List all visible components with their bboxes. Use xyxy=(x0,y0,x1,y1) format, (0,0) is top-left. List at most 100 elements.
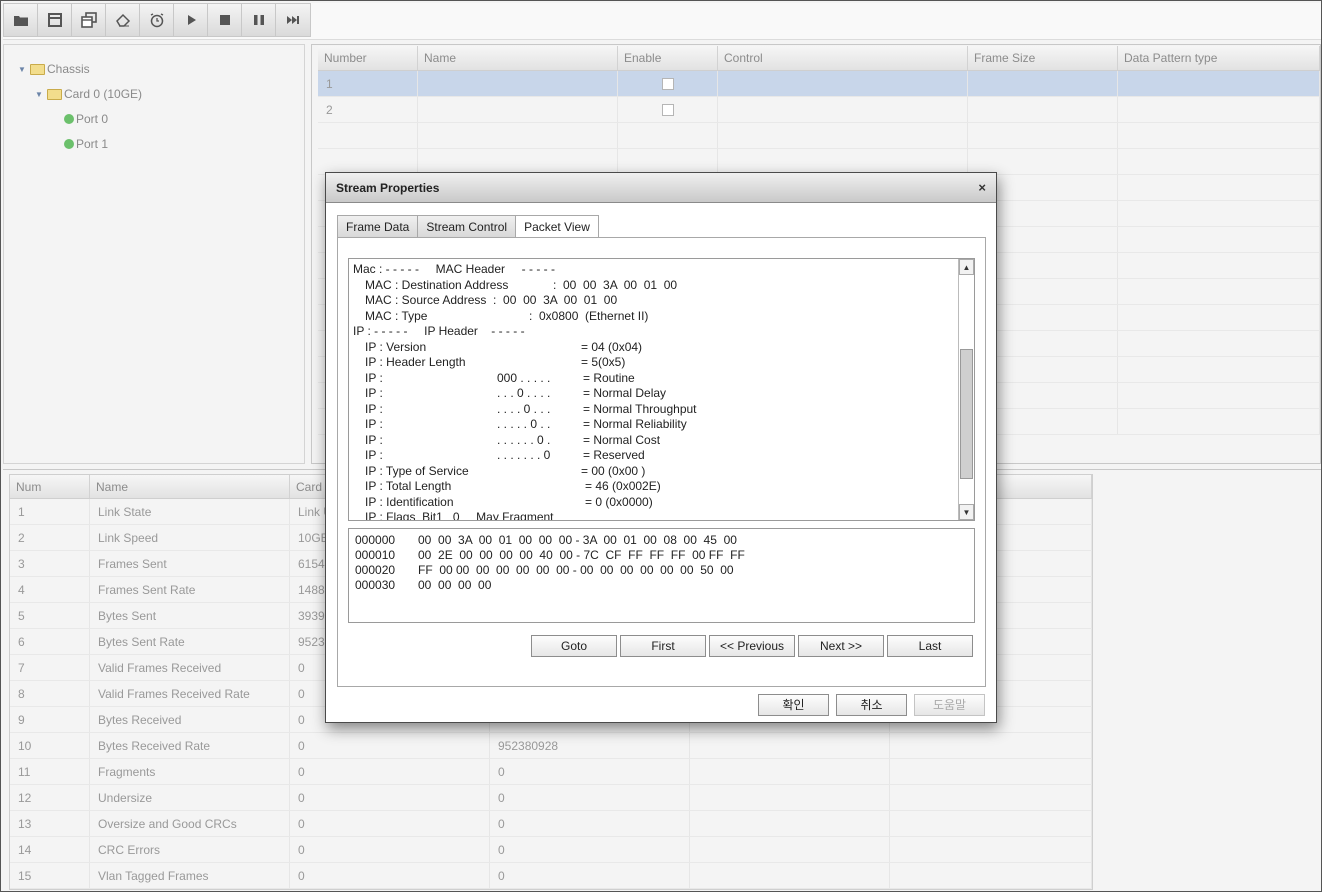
table-cell: Bytes Sent Rate xyxy=(90,629,290,654)
goto-button[interactable]: Goto xyxy=(531,635,617,657)
toolbar-button-open[interactable] xyxy=(4,4,38,36)
decode-field: IP : xyxy=(365,417,383,431)
table-cell xyxy=(1118,123,1320,148)
toolbar-button-window[interactable] xyxy=(38,4,72,36)
decode-line: IP : Total Length = 46 (0x002E) xyxy=(353,479,953,495)
hex-bytes: 00 00 3A 00 01 00 00 00 - 3A 00 01 00 08… xyxy=(418,533,737,547)
packet-decode-view[interactable]: Mac : - - - - - MAC Header - - - - - MAC … xyxy=(348,258,975,521)
table-cell: Valid Frames Received xyxy=(90,655,290,680)
decode-line: IP : . . . . . . . 0 = Reserved xyxy=(353,448,953,464)
column-header[interactable]: Control xyxy=(718,46,968,70)
decode-value: : 0x0800 (Ethernet II) xyxy=(529,308,649,323)
statistics-row: 11 Fragments 0 0 xyxy=(10,759,1092,785)
table-cell: 0 xyxy=(490,837,690,862)
decode-bits: . . . . . . 0 . xyxy=(497,432,551,447)
tab-stream-control[interactable]: Stream Control xyxy=(417,215,517,238)
toolbar-button-duplicate[interactable] xyxy=(72,4,106,36)
stream-row[interactable]: 2 xyxy=(318,97,1320,123)
table-cell: 1 xyxy=(318,71,418,96)
table-cell xyxy=(418,123,618,148)
decode-line: MAC : Source Address : 00 00 3A 00 01 00 xyxy=(353,293,953,309)
table-cell xyxy=(718,123,968,148)
tree-node-chassis[interactable]: ▼ Chassis xyxy=(18,61,90,77)
packet-decode-lines: Mac : - - - - - MAC Header - - - - - MAC … xyxy=(353,262,953,520)
toolbar-button-step[interactable] xyxy=(276,4,310,36)
toolbar-button-timer[interactable] xyxy=(140,4,174,36)
window-icon xyxy=(47,12,63,28)
decode-field: IP : Type of Service xyxy=(365,463,469,478)
table-cell: 0 xyxy=(290,811,490,836)
toolbar-button-pause[interactable] xyxy=(242,4,276,36)
expand-arrow-icon[interactable]: ▼ xyxy=(35,90,47,99)
open-folder-icon xyxy=(13,12,29,28)
dialog-title-bar[interactable]: Stream Properties × xyxy=(326,173,996,203)
enable-checkbox[interactable] xyxy=(661,103,674,116)
decode-line: MAC : Type: 0x0800 (Ethernet II) xyxy=(353,309,953,325)
tree-node-card[interactable]: ▼ Card 0 (10GE) xyxy=(35,86,142,102)
decode-value: = Normal Delay xyxy=(583,386,667,400)
hex-bytes: 00 2E 00 00 00 00 40 00 - 7C CF FF FF FF… xyxy=(418,548,745,562)
ok-button[interactable]: 확인 xyxy=(758,694,829,716)
expand-arrow-icon[interactable]: ▼ xyxy=(18,65,30,74)
dialog-tabs: Frame Data Stream Control Packet View xyxy=(337,215,599,239)
table-cell xyxy=(968,123,1118,148)
toolbar-button-start[interactable] xyxy=(174,4,208,36)
hex-dump-view[interactable]: 000000 00 00 3A 00 01 00 00 00 - 3A 00 01… xyxy=(348,528,975,623)
toolbar-button-clear[interactable] xyxy=(106,4,140,36)
decode-field: IP : xyxy=(365,448,383,462)
table-cell: 0 xyxy=(490,785,690,810)
scrollbar-thumb[interactable] xyxy=(960,349,973,480)
column-header[interactable]: Name xyxy=(418,46,618,70)
hex-offset: 000030 xyxy=(355,578,396,592)
stream-row[interactable]: 1 xyxy=(318,71,1320,97)
toolbar-button-stop[interactable] xyxy=(208,4,242,36)
enable-checkbox[interactable] xyxy=(661,77,674,90)
scroll-up-arrow-icon[interactable]: ▲ xyxy=(959,259,974,275)
table-cell xyxy=(968,97,1118,122)
hex-offset: 000020 xyxy=(355,563,396,577)
tree-node-port-1[interactable]: Port 1 xyxy=(64,136,108,152)
decode-value: = 46 (0x002E) xyxy=(585,479,661,493)
decode-value: = Normal Throughput xyxy=(583,401,697,416)
decode-line: Mac : - - - - - MAC Header - - - - - xyxy=(353,262,953,278)
cancel-button[interactable]: 취소 xyxy=(836,694,907,716)
hex-line: 000020 FF 00 00 00 00 00 00 00 - 00 00 00… xyxy=(355,563,955,578)
column-header[interactable]: Number xyxy=(318,46,418,70)
next-button[interactable]: Next >> xyxy=(798,635,884,657)
decode-field: IP : Header Length xyxy=(365,355,466,369)
statistics-row: 12 Undersize 0 0 xyxy=(10,785,1092,811)
tree-node-port-0[interactable]: Port 0 xyxy=(64,111,108,127)
table-cell: 1 xyxy=(10,499,90,524)
last-button[interactable]: Last xyxy=(887,635,973,657)
table-cell xyxy=(1118,331,1320,356)
hex-bytes: FF 00 00 00 00 00 00 00 - 00 00 00 00 00… xyxy=(418,563,734,577)
packet-navigation-buttons: Goto First << Previous Next >> Last xyxy=(531,635,973,657)
column-header[interactable]: Name xyxy=(90,475,290,498)
tab-packet-view[interactable]: Packet View xyxy=(515,215,599,239)
decode-line: IP : Identification = 0 (0x0000) xyxy=(353,495,953,511)
close-icon[interactable]: × xyxy=(978,180,986,195)
column-header[interactable]: Num xyxy=(10,475,90,498)
table-cell: 6 xyxy=(10,629,90,654)
table-cell: 0 xyxy=(290,837,490,862)
vertical-scrollbar[interactable]: ▲ ▼ xyxy=(958,259,974,520)
table-cell: Vlan Tagged Frames xyxy=(90,863,290,888)
tree-node-label: Card 0 (10GE) xyxy=(64,87,143,101)
first-button[interactable]: First xyxy=(620,635,706,657)
scroll-down-arrow-icon[interactable]: ▼ xyxy=(959,504,974,520)
table-cell xyxy=(890,863,1092,888)
column-header[interactable]: Frame Size xyxy=(968,46,1118,70)
table-cell: 2 xyxy=(10,525,90,550)
tab-frame-data[interactable]: Frame Data xyxy=(337,215,419,238)
column-header[interactable]: Data Pattern type xyxy=(1118,46,1320,70)
folder-icon xyxy=(47,88,62,100)
decode-value: = Routine xyxy=(583,370,635,385)
previous-button[interactable]: << Previous xyxy=(709,635,795,657)
copy-windows-icon xyxy=(80,12,97,28)
table-cell: 0 xyxy=(290,759,490,784)
table-cell xyxy=(890,837,1092,862)
help-button[interactable]: 도움말 xyxy=(914,694,985,716)
table-cell xyxy=(1118,97,1320,122)
column-header[interactable]: Enable xyxy=(618,46,718,70)
table-cell xyxy=(690,785,890,810)
